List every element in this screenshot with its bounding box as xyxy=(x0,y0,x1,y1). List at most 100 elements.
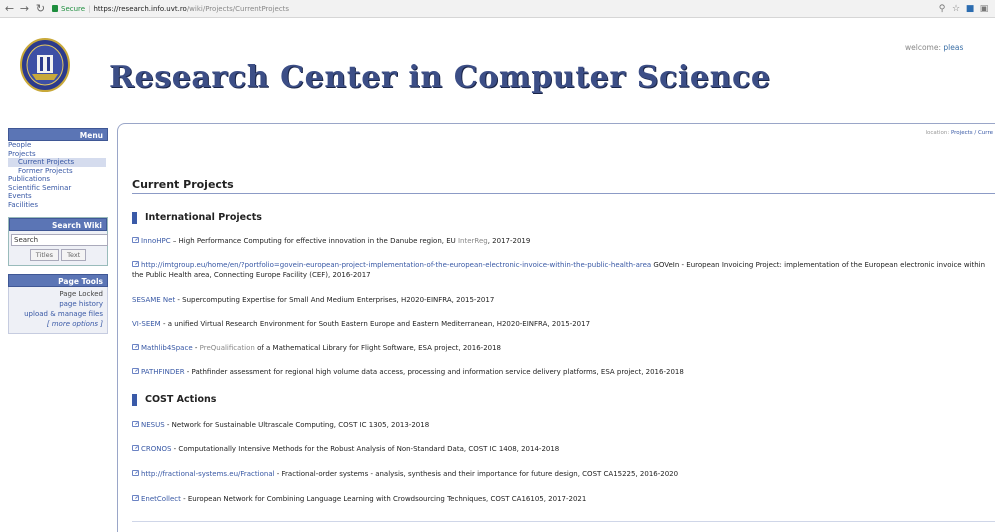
project-link[interactable]: PATHFINDER xyxy=(141,368,185,376)
more-options-link[interactable]: [ more options ] xyxy=(47,320,103,328)
project-link[interactable]: Mathlib4Space xyxy=(141,344,193,352)
breadcrumb-link[interactable]: Projects / Curre xyxy=(951,130,993,136)
project-period: of a Mathematical Library for Flight Sof… xyxy=(254,344,502,352)
page-tools-box: Page Tools Page Locked page history uplo… xyxy=(8,274,108,334)
address-separator: | xyxy=(88,5,91,13)
address-bar[interactable]: Secure | https://research.info.uvt.ro/wiki… xyxy=(52,2,920,16)
project-description: - Fractional-order systems - analysis, s… xyxy=(274,470,679,478)
external-link-icon xyxy=(132,237,139,243)
sidebar-item-label[interactable]: Scientific Seminar xyxy=(8,184,71,192)
sidebar-item-label[interactable]: Projects xyxy=(8,150,36,158)
search-input[interactable] xyxy=(11,234,108,246)
sidebar-item-facilities[interactable]: Facilities xyxy=(8,201,108,210)
sidebar-item-label[interactable]: Events xyxy=(8,192,32,200)
sidebar-item-people[interactable]: People xyxy=(8,141,108,150)
back-arrow-icon[interactable]: ← xyxy=(3,2,16,15)
list-item: NESUS - Network for Sustainable Ultrasca… xyxy=(132,420,994,430)
list-item: PATHFINDER - Pathfinder assessment for r… xyxy=(132,367,994,377)
sidebar-item-label[interactable]: Current Projects xyxy=(18,158,74,166)
sidebar-item-label[interactable]: Publications xyxy=(8,175,50,183)
project-link[interactable]: SESAME Net xyxy=(132,296,175,304)
sidebar-item-events[interactable]: Events xyxy=(8,192,108,201)
menu-list: People Projects Current Projects Former … xyxy=(8,141,108,209)
search-wiki-title: Search Wiki xyxy=(9,218,107,231)
page-locked-label: Page Locked xyxy=(59,290,103,298)
list-item: SESAME Net - Supercomputing Expertise fo… xyxy=(132,295,994,305)
project-link[interactable]: http://imtgroup.eu/home/en/?portfolio=go… xyxy=(141,261,651,269)
list-item: EnetCollect - European Network for Combi… xyxy=(132,494,994,504)
menu-title: Menu xyxy=(8,128,108,141)
sidebar-item-publications[interactable]: Publications xyxy=(8,175,108,184)
list-item: http://fractional-systems.eu/Fractional … xyxy=(132,469,994,479)
external-link-icon xyxy=(132,421,139,427)
page-tools-title: Page Tools xyxy=(8,274,108,287)
project-description: – High Performance Computing for effecti… xyxy=(170,237,458,245)
project-link[interactable]: VI-SEEM xyxy=(132,320,161,328)
project-qualification: PreQualification xyxy=(199,344,255,352)
url-host: https://research.info.uvt.ro xyxy=(93,5,187,13)
sidebar-item-label[interactable]: Former Projects xyxy=(18,167,73,175)
project-link[interactable]: EnetCollect xyxy=(141,495,181,503)
list-item: http://imtgroup.eu/home/en/?portfolio=go… xyxy=(132,260,994,280)
list-item: InnoHPC – High Performance Computing for… xyxy=(132,236,994,246)
project-link[interactable]: NESUS xyxy=(141,421,165,429)
url-path: /wiki/Projects/CurrentProjects xyxy=(186,5,290,13)
project-description: - a unified Virtual Research Environment… xyxy=(160,320,591,328)
section-heading-cost: COST Actions xyxy=(132,394,216,406)
project-description: - Pathfinder assessment for regional hig… xyxy=(184,368,684,376)
external-link-icon xyxy=(132,445,139,451)
extension-icon[interactable]: ▣ xyxy=(977,2,991,16)
project-description: - European Network for Combining Languag… xyxy=(180,495,587,503)
sidebar-item-former-projects[interactable]: Former Projects xyxy=(8,167,108,176)
sidebar-item-current-projects[interactable]: Current Projects xyxy=(8,158,106,167)
project-link[interactable]: CRONOS xyxy=(141,445,171,453)
site-title[interactable]: Research Center in Computer Science xyxy=(109,60,771,95)
project-description: - Computationally Intensive Methods for … xyxy=(171,445,560,453)
external-link-icon xyxy=(132,470,139,476)
search-wiki-box: Search Wiki TitlesText xyxy=(8,217,108,266)
forward-arrow-icon[interactable]: → xyxy=(18,2,31,15)
titles-button[interactable]: Titles xyxy=(29,249,60,261)
reload-icon[interactable]: ↻ xyxy=(34,2,47,15)
welcome-prefix: welcome: xyxy=(905,43,944,52)
project-description: - Network for Sustainable Ultrascale Com… xyxy=(164,421,430,429)
project-link[interactable]: InnoHPC xyxy=(141,237,171,245)
sidebar-item-scientific-seminar[interactable]: Scientific Seminar xyxy=(8,184,108,193)
search-wiki-body: TitlesText xyxy=(9,231,108,265)
main-content: location: Projects / Curre Current Proje… xyxy=(117,123,995,532)
project-link[interactable]: http://fractional-systems.eu/Fractional xyxy=(141,470,275,478)
project-program: InterReg xyxy=(457,237,488,245)
zoom-icon[interactable]: ⚲ xyxy=(935,2,949,16)
extension-icon[interactable]: ■ xyxy=(963,2,977,16)
content-divider xyxy=(132,521,995,522)
page-title: Current Projects xyxy=(132,178,995,194)
page-history-link[interactable]: page history xyxy=(59,300,103,308)
page-tools-list: Page Locked page history upload & manage… xyxy=(8,287,108,334)
external-link-icon xyxy=(132,368,139,374)
welcome-text: welcome: pleas xyxy=(905,43,963,52)
browser-actions: ⚲ ☆ ■ ▣ xyxy=(935,2,991,16)
upload-files-link[interactable]: upload & manage files xyxy=(24,310,103,318)
project-period: , 2017-2019 xyxy=(487,237,531,245)
external-link-icon xyxy=(132,495,139,501)
text-button[interactable]: Text xyxy=(61,249,87,261)
list-item: Mathlib4Space - PreQualification of a Ma… xyxy=(132,343,994,353)
sidebar-item-projects[interactable]: Projects xyxy=(8,150,108,159)
list-item: VI-SEEM - a unified Virtual Research Env… xyxy=(132,319,994,329)
star-icon[interactable]: ☆ xyxy=(949,2,963,16)
breadcrumb-prefix: location: xyxy=(925,130,951,136)
welcome-link[interactable]: pleas xyxy=(943,43,963,52)
external-link-icon xyxy=(132,261,139,267)
breadcrumb: location: Projects / Curre xyxy=(926,130,994,136)
menu-box: Menu People Projects Current Projects Fo… xyxy=(8,128,108,209)
external-link-icon xyxy=(132,344,139,350)
sidebar: Menu People Projects Current Projects Fo… xyxy=(8,128,108,334)
sidebar-item-label[interactable]: People xyxy=(8,141,31,149)
section-heading-international: International Projects xyxy=(132,212,262,224)
project-description: - xyxy=(192,344,200,352)
browser-toolbar: ← → ↻ Secure | https://research.info.uvt.r… xyxy=(0,0,995,18)
university-seal-logo[interactable] xyxy=(20,38,70,92)
secure-label: Secure xyxy=(61,5,86,13)
lock-icon xyxy=(52,5,58,12)
sidebar-item-label[interactable]: Facilities xyxy=(8,201,38,209)
